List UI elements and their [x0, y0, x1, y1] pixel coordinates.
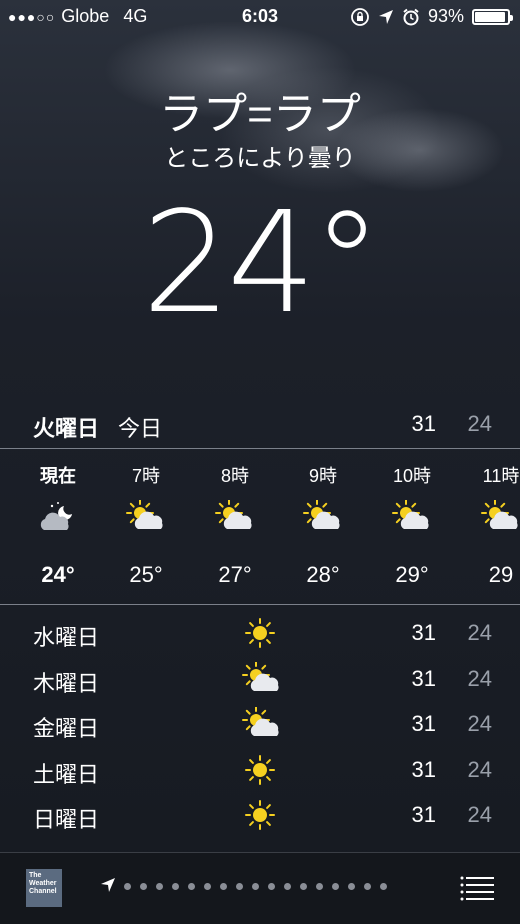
hour-temperature: 29° [395, 562, 429, 587]
daily-low: 24 [467, 665, 492, 691]
page-indicator[interactable] [124, 883, 387, 890]
daily-high: 31 [411, 620, 436, 645]
hourly-forecast[interactable]: 現在 24° 7時 25° 8時 27° 9時 28° 10時 29° 11時 29 [0, 450, 520, 604]
page-dot[interactable] [140, 883, 147, 890]
page-dot[interactable] [236, 883, 243, 890]
page-dot[interactable] [204, 883, 211, 890]
page-dot[interactable] [284, 883, 291, 890]
hour-label: 11時 [482, 466, 520, 486]
list-icon[interactable] [460, 875, 494, 901]
page-dot[interactable] [252, 883, 259, 890]
partly-cloudy-day-icon [242, 706, 279, 741]
page-dot[interactable] [332, 883, 339, 890]
bottom-toolbar: The Weather Channel [0, 852, 520, 924]
daily-day: 木曜日 [33, 670, 100, 696]
page-dot[interactable] [364, 883, 371, 890]
page-dot[interactable] [156, 883, 163, 890]
partly-cloudy-day-icon [481, 499, 520, 534]
daily-forecast[interactable]: 水曜日 31 24 木曜日 31 24 金曜日 31 24 土曜日 31 24 日曜日 … [0, 610, 520, 850]
daily-row: 日曜日 31 24 [0, 792, 520, 838]
hour-label: 現在 [40, 466, 76, 486]
daily-high: 31 [411, 711, 436, 736]
page-dot[interactable] [220, 883, 227, 890]
page-dot[interactable] [300, 883, 307, 890]
status-right: 93% [350, 6, 513, 27]
daily-day: 水曜日 [33, 625, 100, 650]
divider-bottom [0, 604, 520, 605]
hour-label: 8時 [220, 466, 249, 486]
daily-low: 24 [467, 711, 492, 736]
daily-low: 24 [467, 620, 492, 645]
partly-cloudy-day-icon [392, 499, 432, 534]
hour-label: 10時 [392, 466, 432, 486]
partly-cloudy-day-icon [303, 499, 343, 534]
hour-label: 7時 [131, 466, 160, 486]
today-low: 24 [467, 411, 492, 436]
divider-top [0, 448, 520, 449]
city-name: ラプ=ラプ [159, 90, 361, 139]
daily-row: 水曜日 31 24 [0, 610, 520, 656]
daily-day: 金曜日 [33, 716, 100, 741]
partly-cloudy-day-icon [126, 499, 166, 534]
daily-row: 木曜日 31 24 [0, 656, 520, 702]
sun-icon [242, 798, 278, 832]
hour-temperature: 29 [488, 562, 514, 587]
daily-day: 日曜日 [33, 807, 100, 832]
daily-high: 31 [411, 756, 436, 782]
daily-low: 24 [467, 802, 492, 827]
sun-icon [242, 753, 278, 787]
page-dot[interactable] [188, 883, 195, 890]
hour-label: 9時 [308, 466, 337, 486]
page-dot[interactable] [348, 883, 355, 890]
today-summary: 火曜日 今日 31 24 [0, 405, 520, 445]
today-day: 火曜日 [33, 416, 100, 441]
battery-level [475, 11, 505, 22]
location-arrow-icon [378, 9, 393, 24]
today-label: 今日 [118, 416, 163, 441]
page-dot[interactable] [268, 883, 275, 890]
partly-cloudy-day-icon [215, 499, 255, 534]
hour-temperature: 24° [41, 562, 75, 587]
hour-temperature: 27° [218, 562, 252, 587]
battery-icon [472, 8, 513, 25]
rotation-lock-icon [351, 7, 369, 26]
partly-cloudy-day-icon [242, 660, 279, 696]
page-dot[interactable] [380, 883, 387, 890]
status-bar: ●●●○○ Globe 4G 6:03 93% [0, 0, 520, 34]
hour-temperature: 25° [129, 562, 163, 587]
hour-temperature: 28° [306, 562, 340, 587]
today-high: 31 [411, 411, 436, 436]
sun-icon [242, 616, 278, 650]
battery-percent: 93% [427, 6, 464, 26]
location-arrow-icon[interactable] [100, 877, 116, 893]
page-dot[interactable] [172, 883, 179, 890]
weather-condition: ところにより曇り [164, 145, 356, 172]
daily-row: 土曜日 31 24 [0, 747, 520, 793]
weather-channel-logo[interactable]: The Weather Channel [26, 869, 62, 907]
daily-day: 土曜日 [33, 761, 100, 787]
page-dot[interactable] [316, 883, 323, 890]
alarm-icon [403, 8, 419, 25]
partly-cloudy-night-icon [38, 500, 78, 534]
daily-row: 金曜日 31 24 [0, 701, 520, 747]
daily-low: 24 [467, 756, 492, 782]
current-temperature: 24° [141, 182, 382, 345]
page-dot[interactable] [124, 883, 131, 890]
daily-high: 31 [411, 802, 436, 827]
daily-high: 31 [411, 665, 436, 691]
